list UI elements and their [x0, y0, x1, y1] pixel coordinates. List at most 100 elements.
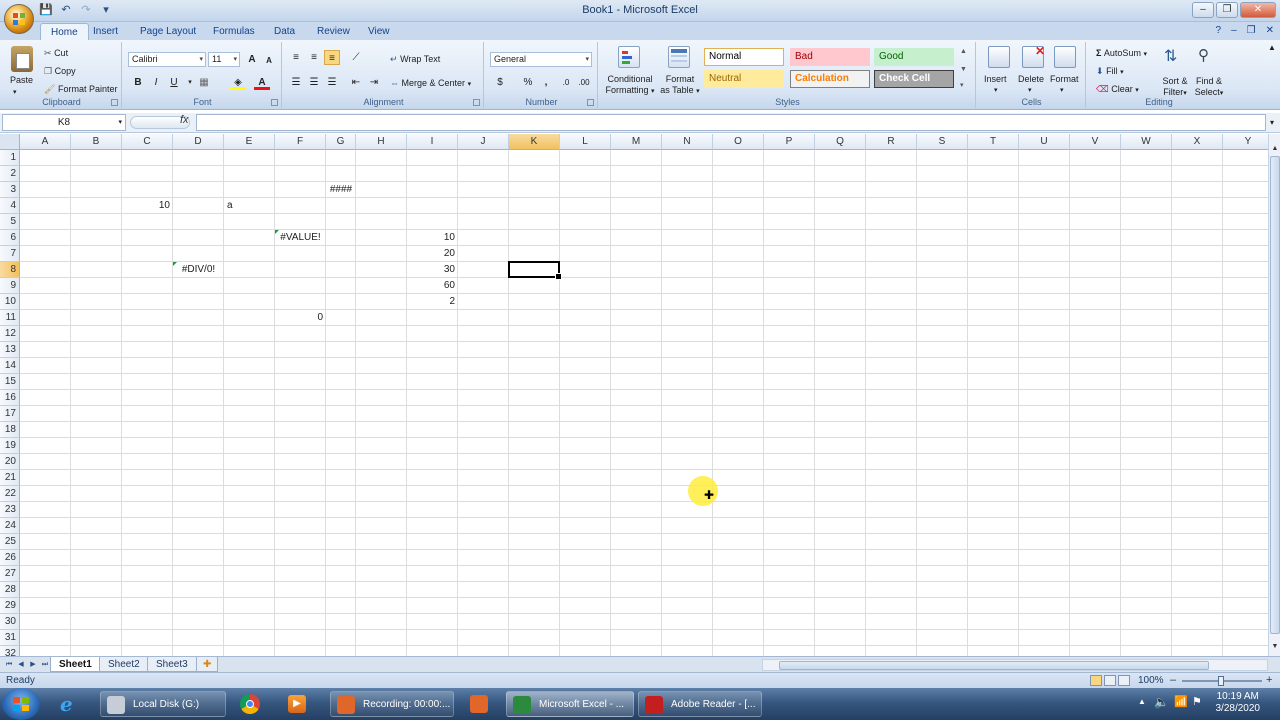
- row-header-12[interactable]: 12: [0, 326, 20, 342]
- screen-recorder-icon[interactable]: [462, 691, 498, 717]
- active-cell-k8[interactable]: [508, 261, 562, 280]
- column-header-y[interactable]: Y: [1223, 134, 1268, 150]
- cell-i6[interactable]: 10: [407, 230, 458, 246]
- borders-icon[interactable]: ▦: [196, 75, 212, 90]
- merge-center-button[interactable]: ⇔ Merge & Center ▾: [390, 78, 471, 90]
- percent-button[interactable]: %: [520, 75, 536, 90]
- cell-style-check-cell[interactable]: Check Cell: [874, 70, 954, 88]
- decrease-indent-icon[interactable]: ⇤: [348, 75, 364, 90]
- tab-home[interactable]: Home: [40, 23, 89, 41]
- column-header-i[interactable]: I: [407, 134, 458, 150]
- align-left-icon[interactable]: ☰: [288, 75, 304, 90]
- column-header-w[interactable]: W: [1121, 134, 1172, 150]
- increase-decimal-icon[interactable]: .0: [558, 75, 574, 90]
- decrease-decimal-icon[interactable]: .00: [576, 75, 592, 90]
- row-header-32[interactable]: 32: [0, 646, 20, 656]
- tab-formulas[interactable]: Formulas: [203, 23, 265, 41]
- align-bottom-icon[interactable]: ≡: [324, 50, 340, 65]
- font-name-combo[interactable]: Calibri ▾: [128, 52, 206, 67]
- name-box[interactable]: K8 ▾: [2, 114, 126, 131]
- ribbon-scroll-icon[interactable]: ▲: [1268, 42, 1276, 53]
- row-header-3[interactable]: 3: [0, 182, 20, 198]
- cell-style-calculation[interactable]: Calculation: [790, 70, 870, 88]
- zoom-slider[interactable]: [1182, 676, 1262, 686]
- row-header-21[interactable]: 21: [0, 470, 20, 486]
- sheet-tab-sheet2[interactable]: Sheet2: [99, 657, 149, 672]
- chrome-icon[interactable]: [232, 691, 268, 717]
- zoom-level[interactable]: 100%: [1138, 673, 1164, 688]
- column-header-s[interactable]: S: [917, 134, 968, 150]
- minimize-button[interactable]: –: [1192, 2, 1214, 18]
- increase-indent-icon[interactable]: ⇥: [366, 75, 382, 90]
- error-indicator-icon[interactable]: [275, 230, 279, 234]
- alignment-launcher-icon[interactable]: [473, 99, 480, 106]
- zoom-in-button[interactable]: +: [1266, 673, 1272, 688]
- row-header-13[interactable]: 13: [0, 342, 20, 358]
- column-header-n[interactable]: N: [662, 134, 713, 150]
- row-header-19[interactable]: 19: [0, 438, 20, 454]
- cell-g3[interactable]: ####: [326, 182, 356, 198]
- ribbon-restore-icon[interactable]: ❐: [1247, 25, 1256, 36]
- column-header-h[interactable]: H: [356, 134, 407, 150]
- row-header-5[interactable]: 5: [0, 214, 20, 230]
- network-icon[interactable]: 📶: [1174, 695, 1188, 708]
- format-cells-icon[interactable]: [1054, 46, 1076, 68]
- cell-i8[interactable]: 30: [407, 262, 458, 278]
- column-header-u[interactable]: U: [1019, 134, 1070, 150]
- shrink-font-button[interactable]: A: [261, 53, 277, 68]
- vertical-scrollbar[interactable]: ▲ ▼: [1268, 134, 1280, 656]
- binoculars-icon[interactable]: ⚲: [1198, 46, 1220, 68]
- paste-icon[interactable]: [11, 46, 33, 72]
- row-header-16[interactable]: 16: [0, 390, 20, 406]
- row-header-1[interactable]: 1: [0, 150, 20, 166]
- column-header-o[interactable]: O: [713, 134, 764, 150]
- cell-f6[interactable]: #VALUE!: [275, 230, 326, 246]
- cut-button[interactable]: ✂ Cut: [44, 48, 68, 59]
- vertical-scroll-thumb[interactable]: [1270, 156, 1280, 634]
- cell-e4[interactable]: a: [224, 198, 275, 214]
- insert-cells-icon[interactable]: [988, 46, 1010, 68]
- format-as-table-button[interactable]: Format as Table ▾: [658, 74, 702, 97]
- first-sheet-icon[interactable]: ⏮: [4, 659, 14, 670]
- clear-button[interactable]: ⌫ Clear ▾: [1096, 84, 1139, 96]
- row-header-2[interactable]: 2: [0, 166, 20, 182]
- zoom-out-button[interactable]: –: [1170, 673, 1176, 688]
- worksheet-grid[interactable]: A B C D E F G H I J K L M N O P Q R S T U V W X Y 1 2 3 4 5 6 7 8 9 10 11 12…: [0, 134, 1268, 656]
- column-header-j[interactable]: J: [458, 134, 509, 150]
- clipboard-launcher-icon[interactable]: [111, 99, 118, 106]
- insert-function-icon[interactable]: fx: [180, 114, 189, 126]
- number-launcher-icon[interactable]: [587, 99, 594, 106]
- column-header-l[interactable]: L: [560, 134, 611, 150]
- cell-style-good[interactable]: Good: [874, 48, 954, 66]
- tray-expand-icon[interactable]: ▲: [1138, 697, 1146, 706]
- start-button[interactable]: [2, 688, 40, 720]
- volume-icon[interactable]: 🔈: [1154, 695, 1169, 709]
- row-header-22[interactable]: 22: [0, 486, 20, 502]
- row-header-28[interactable]: 28: [0, 582, 20, 598]
- paste-button[interactable]: Paste: [10, 75, 33, 86]
- cell-i7[interactable]: 20: [407, 246, 458, 262]
- align-center-icon[interactable]: ☰: [306, 75, 322, 90]
- error-indicator-icon[interactable]: [173, 262, 177, 266]
- sheet-tab-sheet1[interactable]: Sheet1: [50, 657, 101, 672]
- row-header-27[interactable]: 27: [0, 566, 20, 582]
- column-header-e[interactable]: E: [224, 134, 275, 150]
- scroll-up-icon[interactable]: ▲: [1270, 144, 1280, 154]
- cell-i10[interactable]: 2: [407, 294, 458, 310]
- conditional-formatting-button[interactable]: Conditional Formatting ▾: [604, 74, 656, 97]
- expand-formula-bar-icon[interactable]: ▾: [1270, 117, 1274, 128]
- row-header-8[interactable]: 8: [0, 262, 20, 278]
- italic-button[interactable]: I: [148, 75, 164, 90]
- action-center-icon[interactable]: ⚑: [1192, 695, 1202, 708]
- format-as-table-icon[interactable]: [668, 46, 690, 68]
- column-header-k[interactable]: K: [509, 134, 560, 150]
- cell-style-bad[interactable]: Bad: [790, 48, 870, 66]
- delete-cells-icon[interactable]: ✕: [1022, 45, 1045, 68]
- tab-page-layout[interactable]: Page Layout: [130, 23, 206, 41]
- row-header-31[interactable]: 31: [0, 630, 20, 646]
- column-header-g[interactable]: G: [326, 134, 356, 150]
- row-header-20[interactable]: 20: [0, 454, 20, 470]
- cell-c4[interactable]: 10: [122, 198, 173, 214]
- ribbon-minimize-icon[interactable]: –: [1231, 25, 1237, 36]
- align-middle-icon[interactable]: ≡: [306, 50, 322, 65]
